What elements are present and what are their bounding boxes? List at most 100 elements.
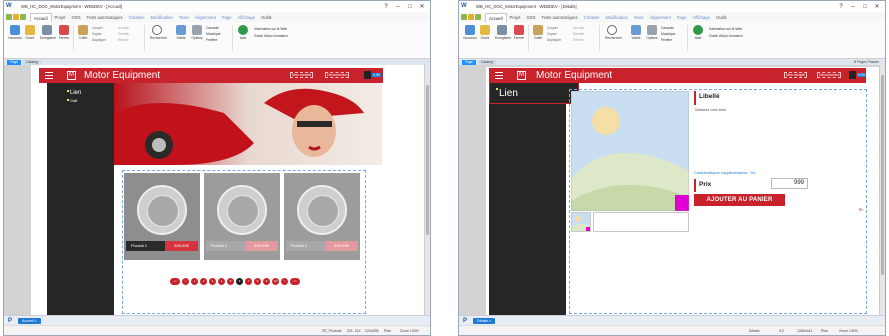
product-card[interactable]: Produit 1 539,00€ — [284, 173, 360, 260]
guide-link[interactable]: Guide d'Auto-formation — [254, 34, 288, 38]
close-button[interactable]: ✕ — [416, 3, 428, 10]
tab-gds[interactable]: GDS — [68, 13, 83, 22]
pager-page[interactable]: 2 — [200, 278, 207, 285]
help-icon[interactable]: ? — [380, 4, 392, 10]
retablir-button[interactable]: Rétablir — [573, 32, 584, 36]
ouvrir-button[interactable]: Ouvrir — [23, 25, 37, 40]
hamburger-icon[interactable] — [495, 72, 503, 79]
guide-link[interactable]: Guide d'Auto-formation — [709, 34, 743, 38]
info-web-link[interactable]: Information sur le Web — [254, 27, 287, 31]
couper-button[interactable]: Couper — [547, 26, 558, 30]
nouveau-button[interactable]: Nouveau — [463, 25, 477, 40]
menu-item-lien[interactable]: Lien — [496, 88, 518, 99]
fermer-button[interactable]: Fermer — [57, 25, 71, 40]
tab-accueil[interactable]: Accueil — [485, 12, 507, 22]
open-document-tab[interactable]: Accueil × — [18, 317, 41, 324]
pager-page[interactable]: 3 — [209, 278, 216, 285]
volets-button[interactable]: Volets — [629, 25, 643, 40]
tab-texte[interactable]: Texte — [176, 13, 192, 22]
editor-canvas[interactable]: M Motor Equipment Mon compte Déconnexion… — [4, 65, 430, 315]
couper-button[interactable]: Couper — [92, 26, 103, 30]
tab-creation[interactable]: Création — [581, 13, 603, 22]
pager-page[interactable]: 9 — [263, 278, 270, 285]
retablir-button[interactable]: Rétablir — [118, 32, 129, 36]
coller-button[interactable]: Coller — [531, 25, 545, 40]
tab-page[interactable]: Page — [674, 13, 690, 22]
enregistrer-button[interactable]: Enregistrer — [495, 25, 511, 40]
pager-page[interactable]: 8 — [254, 278, 261, 285]
tab-page[interactable]: Page — [219, 13, 235, 22]
ouvrir-button[interactable]: Ouvrir — [478, 25, 492, 40]
copier-button[interactable]: Copier — [547, 32, 557, 36]
close-button[interactable]: ✕ — [871, 3, 883, 10]
open-document-tab[interactable]: Détails × — [473, 317, 496, 324]
brand-name[interactable]: Motor Equipment — [84, 70, 160, 81]
vertical-scrollbar[interactable] — [879, 65, 885, 315]
coller-button[interactable]: Coller — [76, 25, 90, 40]
tab-texte[interactable]: Texte — [631, 13, 647, 22]
mon-compte-link[interactable]: Mon compte — [784, 72, 808, 78]
pager-page[interactable]: 5 — [227, 278, 234, 285]
rechercher-button[interactable]: Rechercher — [150, 25, 167, 40]
mosaique-button[interactable]: Mosaïque — [206, 32, 220, 36]
pager-page[interactable]: 7 — [245, 278, 252, 285]
folder-icon[interactable] — [468, 14, 474, 20]
cascade-button[interactable]: Cascade — [661, 26, 674, 30]
new-icon[interactable] — [461, 14, 467, 20]
hamburger-icon[interactable] — [45, 72, 53, 79]
cart-icon[interactable] — [364, 71, 371, 79]
tab-outils[interactable]: Outils — [258, 13, 275, 22]
product-card[interactable]: Produit 1 539,00€ — [204, 173, 280, 260]
refaire-button[interactable]: Refaire — [118, 38, 129, 42]
maximize-button[interactable]: □ — [404, 4, 416, 10]
save-icon[interactable] — [20, 14, 26, 20]
tab-tests[interactable]: Tests automatiques — [84, 13, 126, 22]
pager-page[interactable]: 1 — [191, 278, 198, 285]
pager-next[interactable]: > — [281, 278, 288, 285]
tab-projet[interactable]: Projet — [507, 13, 524, 22]
scrollbar-thumb[interactable] — [426, 85, 429, 235]
folder-icon[interactable] — [13, 14, 19, 20]
aide-button[interactable]: Aide — [236, 25, 250, 40]
pager-page[interactable]: 4 — [218, 278, 225, 285]
tab-alignement[interactable]: Alignement — [647, 13, 674, 22]
minimize-button[interactable]: – — [392, 4, 404, 10]
volets-button[interactable]: Volets — [174, 25, 188, 40]
annuler-button[interactable]: Annuler — [573, 26, 584, 30]
editor-canvas[interactable]: M Motor Equipment Mon compte Déconnexion… — [459, 65, 885, 315]
tab-projet[interactable]: Projet — [52, 13, 69, 22]
rechercher-button[interactable]: Rechercher — [605, 25, 622, 40]
pager-page-active[interactable]: 6 — [236, 278, 243, 285]
mon-compte-link[interactable]: Mon compte — [290, 72, 314, 78]
vertical-scrollbar[interactable] — [424, 65, 430, 315]
tab-alignement[interactable]: Alignement — [192, 13, 219, 22]
maximize-button[interactable]: □ — [859, 4, 871, 10]
help-icon[interactable]: ? — [835, 4, 847, 10]
cart-icon[interactable] — [849, 71, 856, 79]
tab-affichage[interactable]: Affichage — [235, 13, 258, 22]
dupliquer-button[interactable]: Dupliquer — [547, 38, 561, 42]
deconnexion-link[interactable]: Déconnexion — [817, 72, 842, 78]
dupliquer-button[interactable]: Dupliquer — [92, 38, 106, 42]
tab-gds[interactable]: GDS — [523, 13, 538, 22]
aide-button[interactable]: Aide — [691, 25, 705, 40]
menu-popup[interactable]: Lien — [489, 82, 579, 104]
new-icon[interactable] — [6, 14, 12, 20]
save-icon[interactable] — [475, 14, 481, 20]
minimize-button[interactable]: – — [847, 4, 859, 10]
product-card[interactable]: Produit 1 539,00€ — [124, 173, 200, 260]
tab-modification[interactable]: Modification — [147, 13, 175, 22]
enregistrer-button[interactable]: Enregistrer — [40, 25, 56, 40]
nouveau-button[interactable]: Nouveau — [8, 25, 22, 40]
fenetre-button[interactable]: Fenêtre — [661, 38, 672, 42]
options-button[interactable]: Options — [190, 25, 204, 40]
tab-creation[interactable]: Création — [126, 13, 148, 22]
mosaique-button[interactable]: Mosaïque — [661, 32, 675, 36]
refaire-button[interactable]: Refaire — [573, 38, 584, 42]
deconnexion-link[interactable]: Déconnexion — [325, 72, 350, 78]
annuler-button[interactable]: Annuler — [118, 26, 129, 30]
fenetre-button[interactable]: Fenêtre — [206, 38, 217, 42]
cascade-button[interactable]: Cascade — [206, 26, 219, 30]
menu-item-outil[interactable]: Outil — [67, 99, 77, 103]
copier-button[interactable]: Copier — [92, 32, 102, 36]
